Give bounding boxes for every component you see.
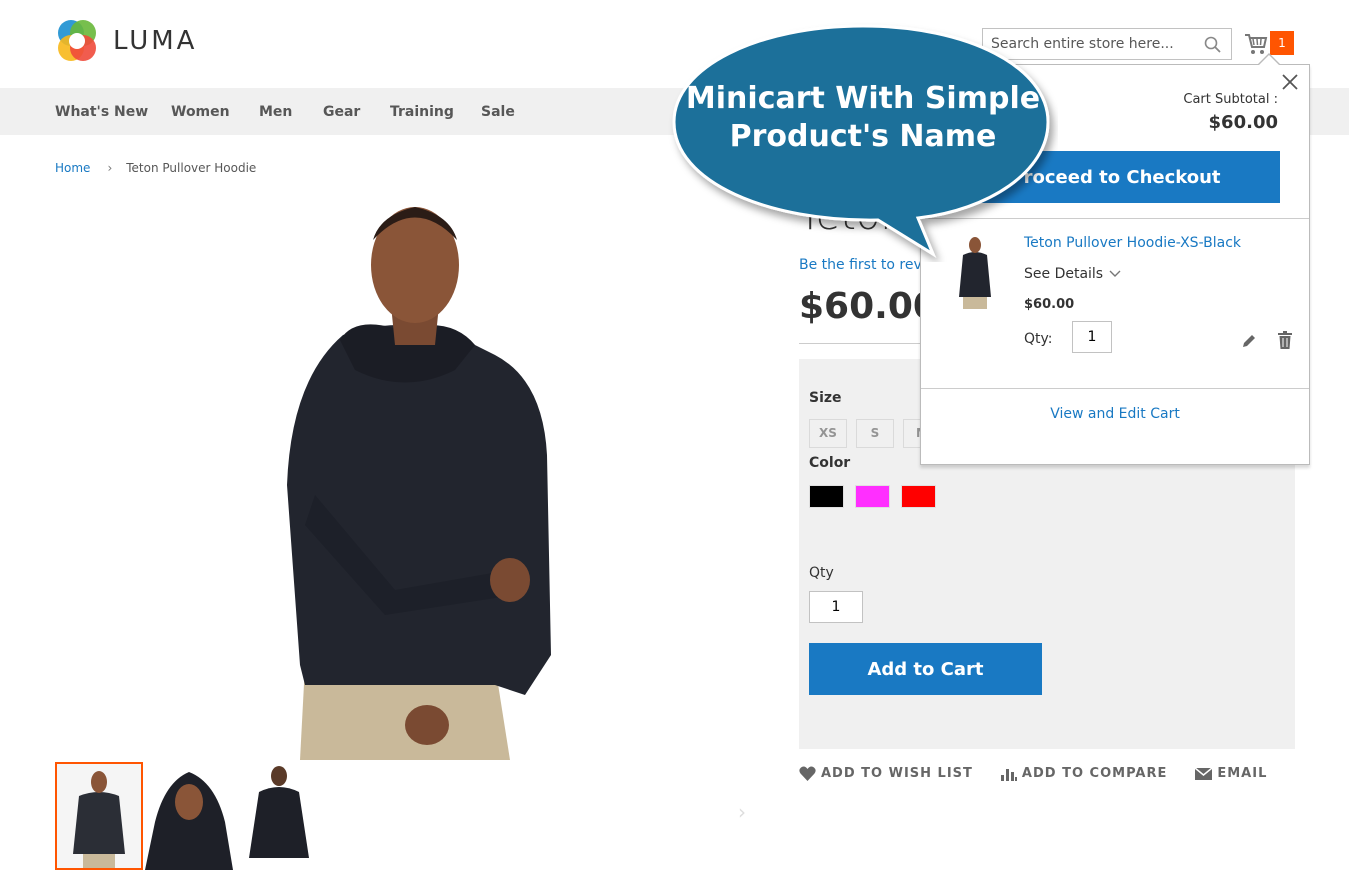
product-price: $60.00 bbox=[799, 286, 938, 327]
add-to-wishlist-link[interactable]: ADD TO WISH LIST bbox=[799, 766, 973, 781]
logo-text: LUMA bbox=[113, 26, 198, 56]
cart-subtotal-value: $60.00 bbox=[1208, 112, 1278, 133]
nav-item-whats-new[interactable]: What's New bbox=[55, 104, 148, 120]
email-label: EMAIL bbox=[1217, 766, 1268, 781]
callout-line-2: Product's Name bbox=[729, 119, 997, 154]
qty-label: Qty bbox=[809, 565, 834, 581]
cart-subtotal-label: Cart Subtotal : bbox=[1183, 92, 1278, 107]
product-main-image[interactable] bbox=[55, 195, 755, 760]
thumbnail-back-image bbox=[235, 762, 323, 870]
size-label: Size bbox=[809, 390, 842, 406]
color-option-purple[interactable] bbox=[855, 485, 890, 508]
compare-label: ADD TO COMPARE bbox=[1021, 766, 1168, 781]
email-link[interactable]: EMAIL bbox=[1195, 766, 1267, 781]
qty-input[interactable] bbox=[809, 591, 863, 623]
size-option-xs[interactable]: XS bbox=[809, 419, 847, 448]
breadcrumb-home[interactable]: Home bbox=[55, 161, 90, 175]
hoodie-model-image bbox=[287, 207, 551, 760]
nav-item-women[interactable]: Women bbox=[171, 104, 230, 120]
close-icon[interactable] bbox=[1281, 73, 1299, 91]
thumbnail-front[interactable] bbox=[55, 762, 143, 870]
view-and-edit-cart-link[interactable]: View and Edit Cart bbox=[921, 406, 1309, 422]
heart-icon bbox=[799, 766, 816, 781]
minicart-caret-inner bbox=[1258, 55, 1280, 66]
search-icon[interactable] bbox=[1204, 36, 1221, 53]
cart-item-qty-label: Qty: bbox=[1024, 331, 1053, 347]
breadcrumb: Home › Teton Pullover Hoodie bbox=[55, 161, 256, 175]
add-to-compare-link[interactable]: ADD TO COMPARE bbox=[1000, 766, 1168, 781]
nav-item-men[interactable]: Men bbox=[259, 104, 292, 120]
see-details-label: See Details bbox=[1024, 266, 1104, 282]
thumbnail-hood-up-image bbox=[145, 762, 233, 870]
trash-icon[interactable] bbox=[1278, 331, 1292, 349]
luma-logo-icon bbox=[58, 20, 96, 61]
chevron-right-icon[interactable]: › bbox=[738, 800, 746, 824]
nav-item-training[interactable]: Training bbox=[390, 104, 454, 120]
chevron-down-icon bbox=[1109, 270, 1121, 277]
color-label: Color bbox=[809, 455, 851, 471]
color-option-red[interactable] bbox=[901, 485, 936, 508]
callout-line-1: Minicart With Simple bbox=[685, 81, 1041, 116]
callout-text: Minicart With Simple Product's Name bbox=[678, 80, 1048, 156]
bar-chart-icon bbox=[1000, 768, 1017, 781]
size-option-s[interactable]: S bbox=[856, 419, 894, 448]
pencil-icon[interactable] bbox=[1241, 333, 1257, 349]
cart-item-qty-input[interactable] bbox=[1072, 321, 1112, 353]
divider bbox=[799, 343, 927, 344]
thumbnail-front-image bbox=[57, 764, 141, 868]
thumbnail-hood-up[interactable] bbox=[145, 762, 233, 870]
nav-item-gear[interactable]: Gear bbox=[323, 104, 360, 120]
nav-item-sale[interactable]: Sale bbox=[481, 104, 515, 120]
envelope-icon bbox=[1195, 767, 1213, 780]
product-social-actions: ADD TO WISH LIST ADD TO COMPARE EMAIL bbox=[799, 766, 1295, 781]
chevron-right-icon: › bbox=[107, 161, 113, 175]
divider bbox=[921, 388, 1309, 389]
wishlist-label: ADD TO WISH LIST bbox=[821, 766, 973, 781]
cart-counter-badge: 1 bbox=[1270, 31, 1294, 55]
luma-logo[interactable]: LUMA bbox=[55, 19, 197, 63]
add-to-cart-button[interactable]: Add to Cart bbox=[809, 643, 1042, 695]
thumbnail-back[interactable] bbox=[235, 762, 323, 870]
cart-item-price: $60.00 bbox=[1024, 297, 1075, 312]
breadcrumb-current: Teton Pullover Hoodie bbox=[126, 161, 257, 175]
color-option-black[interactable] bbox=[809, 485, 844, 508]
see-details-toggle[interactable]: See Details bbox=[1024, 266, 1122, 282]
